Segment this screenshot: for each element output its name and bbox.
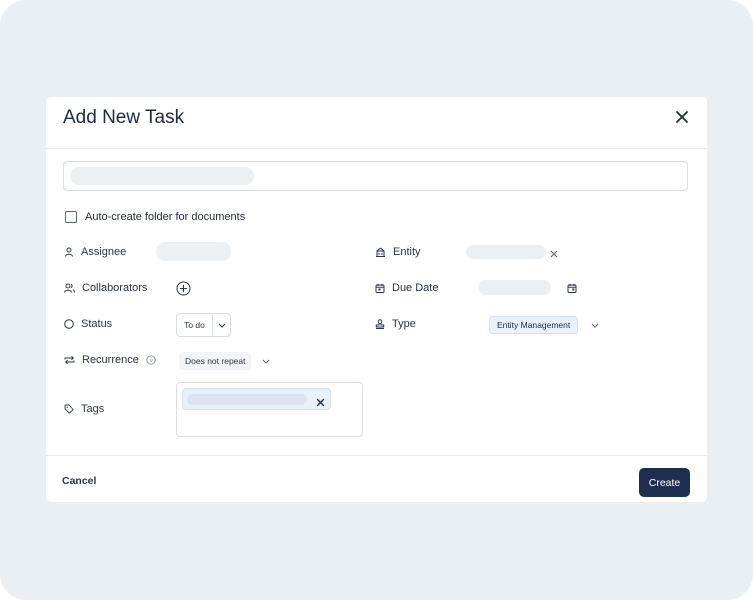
status-label: Status [81,318,113,330]
plus-circle-icon [176,281,190,295]
tag-icon [64,404,74,414]
add-collaborator-button[interactable] [175,280,191,296]
entity-select[interactable] [466,245,546,259]
auto-folder-checkbox[interactable] [65,211,77,223]
close-button[interactable] [673,108,691,126]
cancel-button[interactable]: Cancel [62,475,96,487]
recurrence-label: Recurrence [82,354,139,366]
remove-tag-button[interactable] [316,394,325,412]
tags-label: Tags [81,403,105,415]
tags-input[interactable] [176,382,363,437]
close-icon [316,398,325,407]
status-dropdown-toggle[interactable] [213,323,230,328]
stamp-icon [375,319,385,329]
calendar-icon [375,283,385,293]
type-label: Type [392,318,416,330]
close-icon [676,111,688,123]
auto-folder-label: Auto-create folder for documents [85,211,246,223]
collaborators-field-label: Collaborators [64,281,147,295]
dialog-title: Add New Task [63,107,185,128]
chevron-down-icon [218,323,225,328]
recurrence-select[interactable]: Does not repeat [179,352,252,370]
type-field-label: Type [375,317,416,331]
due-date-input[interactable] [478,280,551,295]
add-task-dialog: Add New Task Auto-create folder for docu… [46,97,707,502]
auto-folder-row: Auto-create folder for documents [65,210,245,224]
task-name-placeholder [70,167,254,185]
type-select[interactable]: Entity Management [489,316,579,334]
repeat-icon [64,355,75,365]
assignee-select[interactable] [156,242,231,261]
circle-icon [64,319,74,329]
status-select[interactable]: To do [176,313,231,337]
calendar-icon [567,283,577,293]
clear-entity-button[interactable] [549,249,558,258]
entity-field-label: Entity [375,245,421,259]
dialog-footer: Cancel Create [46,455,707,502]
chevron-down-icon [591,323,599,328]
status-field-label: Status [64,317,112,331]
close-icon [550,250,557,257]
tag-chip-text [187,394,307,405]
type-dropdown-toggle[interactable] [590,320,600,330]
assignee-field-label: Assignee [64,245,126,259]
create-button[interactable]: Create [639,468,690,497]
building-icon [376,247,385,257]
due-date-label: Due Date [392,282,439,294]
tags-field-label: Tags [64,402,104,416]
tag-chip [182,388,331,410]
people-icon [64,283,75,293]
chevron-down-icon [262,359,270,364]
task-name-input[interactable] [63,161,688,191]
info-icon [146,355,156,365]
date-picker-button[interactable] [566,282,578,294]
recurrence-field-label: Recurrence [64,353,156,367]
assignee-label: Assignee [81,246,127,258]
due-date-field-label: Due Date [375,281,438,295]
person-icon [65,247,73,257]
entity-label: Entity [393,246,421,258]
status-value: To do [177,314,213,336]
dialog-header: Add New Task [46,97,707,149]
recurrence-dropdown-toggle[interactable] [261,356,271,366]
collaborators-label: Collaborators [82,282,148,294]
